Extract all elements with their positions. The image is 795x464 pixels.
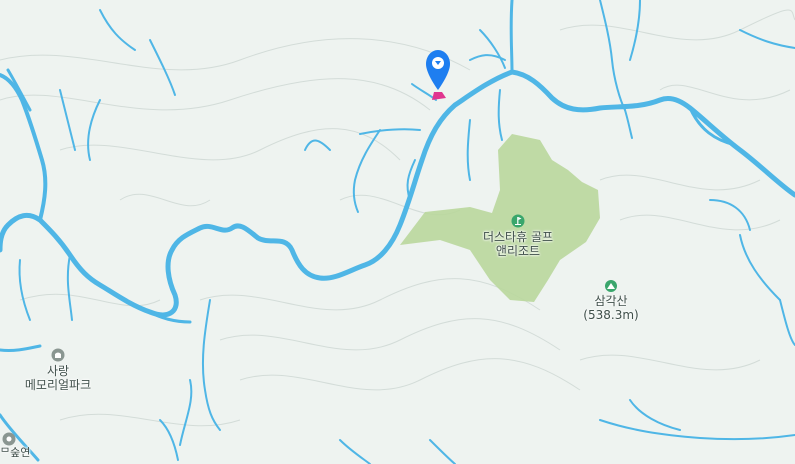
golf-resort-name-line1: 더스타휴 골프 <box>482 230 554 244</box>
memorial-park-name-line2: 메모리얼파크 <box>24 378 92 392</box>
partial-place-text: ᄆ숲연 <box>0 446 31 459</box>
waterways <box>0 0 795 464</box>
terrain-contours <box>0 9 795 427</box>
location-pin-icon[interactable] <box>424 48 452 104</box>
memorial-park-label[interactable]: 사랑 메모리얼파크 <box>8 348 108 392</box>
poi-icon <box>2 432 16 446</box>
partial-place-label[interactable]: ᄆ숲연 <box>0 446 40 460</box>
map-canvas[interactable]: 더스타휴 골프 앤리조트 삼각산 (538.3m) 사랑 메모리얼파크 ᄆ숲연 <box>0 0 795 464</box>
mountain-elevation: (538.3m) <box>583 308 639 322</box>
memorial-park-icon <box>51 348 65 362</box>
mountain-peak-icon <box>605 280 617 292</box>
map-base-layer <box>0 0 795 464</box>
golf-resort-label[interactable]: 더스타휴 골프 앤리조트 <box>470 214 566 258</box>
memorial-park-name-line1: 사랑 <box>46 364 70 378</box>
mountain-label[interactable]: 삼각산 (538.3m) <box>566 280 656 322</box>
golf-resort-name-line2: 앤리조트 <box>495 244 541 258</box>
mountain-name: 삼각산 <box>594 294 628 308</box>
main-river <box>0 69 795 318</box>
golf-icon <box>511 214 525 228</box>
